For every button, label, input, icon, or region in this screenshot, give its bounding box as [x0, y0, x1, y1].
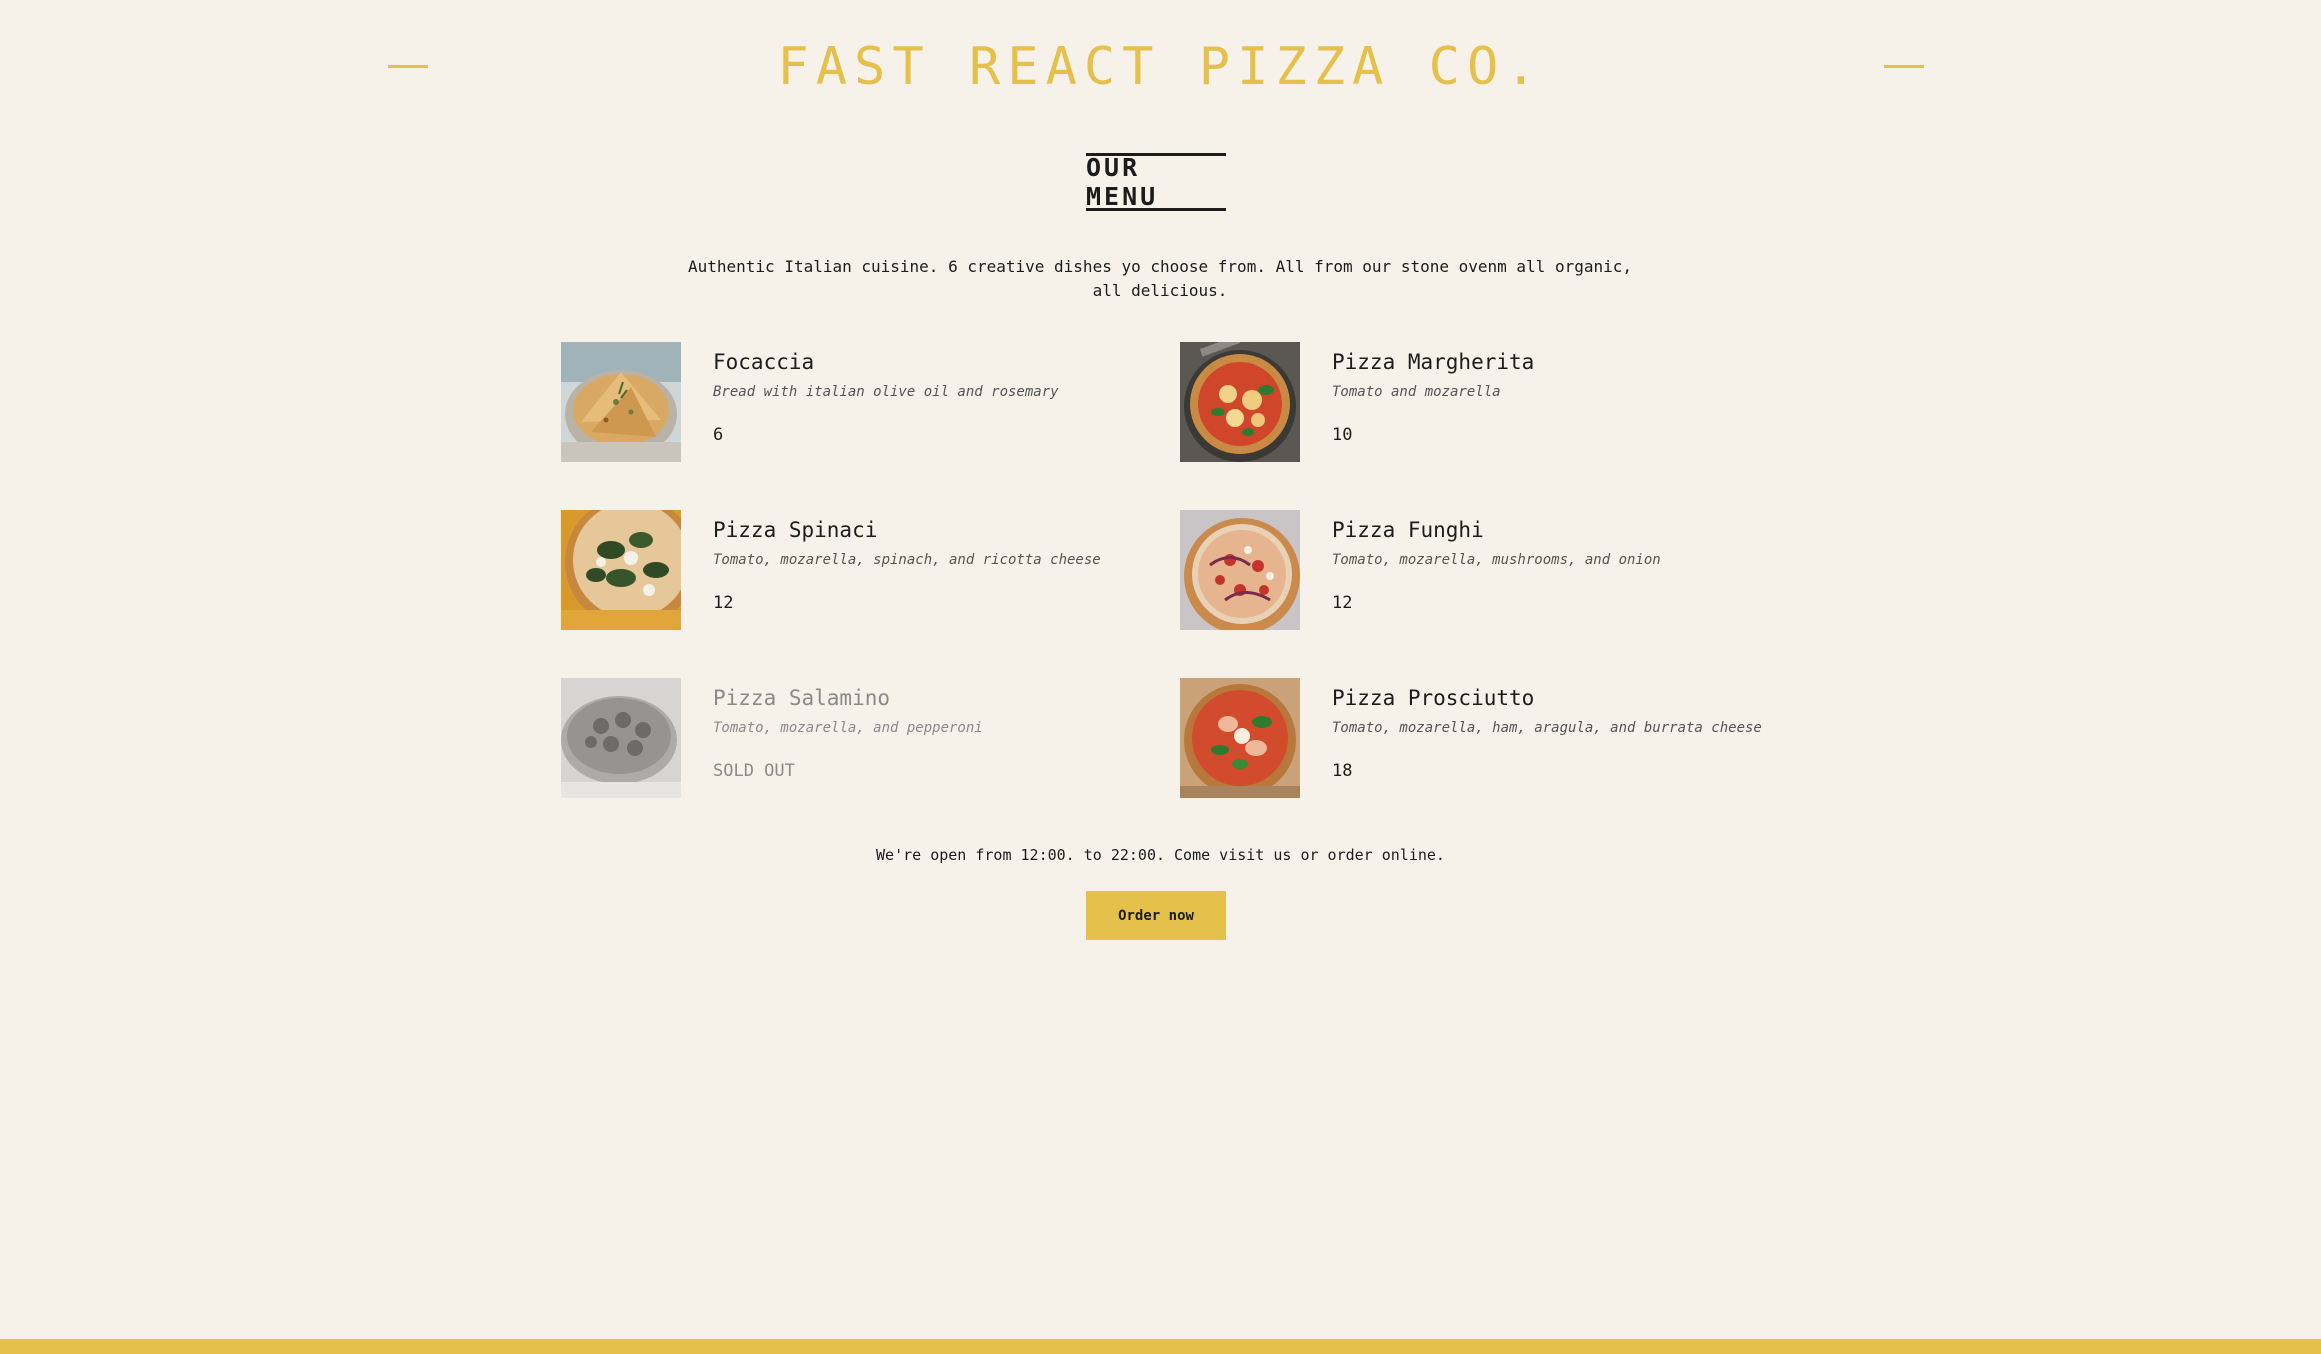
menu-heading: OUR MENU — [1086, 153, 1226, 211]
menu-item-name: Pizza Margherita — [1332, 350, 1535, 374]
menu-item-info: Pizza Funghi Tomato, mozarella, mushroom… — [1332, 510, 1661, 613]
pizza-salamino-photo — [561, 678, 681, 798]
pizza-spinaci-photo — [561, 510, 681, 630]
menu-item-name: Pizza Prosciutto — [1332, 686, 1535, 710]
menu-item-info: Pizza Spinaci Tomato, mozarella, spinach… — [713, 510, 1101, 613]
menu-item-pizza-prosciutto: Pizza Prosciutto Tomato, mozarella, ham,… — [1180, 678, 1762, 798]
pizza-margherita-photo — [1180, 342, 1300, 462]
menu-intro: Authentic Italian cuisine. 6 creative di… — [687, 257, 1632, 300]
header-decoration-right — [1884, 65, 1924, 68]
menu-item-focaccia: Focaccia Bread with italian olive oil an… — [561, 342, 1180, 462]
menu-item-pizza-margherita: Pizza Margherita Tomato and mozarella 10 — [1180, 342, 1761, 462]
menu-item-name: Focaccia — [713, 350, 815, 374]
site-title: FAST REACT PIZZA CO. — [777, 37, 1544, 97]
site-header: FAST REACT PIZZA CO. — [0, 22, 2321, 112]
order-now-button[interactable]: Order now — [1086, 891, 1226, 940]
menu-item-description: Tomato, mozarella, spinach, and ricotta … — [713, 552, 1101, 568]
menu-item-price: 10 — [1332, 425, 1353, 445]
menu-item-info: Pizza Salamino Tomato, mozarella, and pe… — [713, 678, 983, 781]
menu-item-description: Tomato, mozarella, and pepperoni — [713, 720, 983, 736]
focaccia-photo — [561, 342, 681, 462]
menu-item-name: Pizza Spinaci — [713, 518, 878, 542]
menu-item-pizza-funghi: Pizza Funghi Tomato, mozarella, mushroom… — [1180, 510, 1761, 630]
menu-grid: Focaccia Bread with italian olive oil an… — [561, 342, 1762, 798]
menu-item-price: 6 — [713, 425, 724, 445]
opening-hours: We're open from 12:00. to 22:00. Come vi… — [876, 846, 1445, 864]
menu-item-description: Tomato and mozarella — [1332, 384, 1501, 400]
page: FAST REACT PIZZA CO. OUR MENU Authentic … — [0, 0, 2321, 1354]
menu-item-info: Pizza Margherita Tomato and mozarella 10 — [1332, 342, 1534, 445]
pizza-funghi-photo — [1180, 510, 1300, 630]
menu-item-name: Pizza Funghi — [1332, 518, 1484, 542]
menu-item-name: Pizza Salamino — [713, 686, 891, 710]
menu-item-pizza-spinaci: Pizza Spinaci Tomato, mozarella, spinach… — [561, 510, 1180, 630]
sold-out-label: SOLD OUT — [713, 761, 795, 781]
menu-item-info: Pizza Prosciutto Tomato, mozarella, ham,… — [1332, 678, 1762, 781]
menu-item-price: 12 — [713, 593, 734, 613]
footer-bar — [0, 1339, 2321, 1354]
menu-item-description: Tomato, mozarella, ham, aragula, and bur… — [1332, 720, 1762, 736]
menu-item-description: Bread with italian olive oil and rosemar… — [713, 384, 1059, 400]
menu-item-pizza-salamino: Pizza Salamino Tomato, mozarella, and pe… — [561, 678, 1180, 798]
menu-item-info: Focaccia Bread with italian olive oil an… — [713, 342, 1059, 445]
header-decoration-left — [388, 65, 428, 68]
pizza-prosciutto-photo — [1180, 678, 1300, 798]
menu-item-description: Tomato, mozarella, mushrooms, and onion — [1332, 552, 1661, 568]
menu-item-price: 18 — [1332, 761, 1353, 781]
menu-item-price: 12 — [1332, 593, 1353, 613]
